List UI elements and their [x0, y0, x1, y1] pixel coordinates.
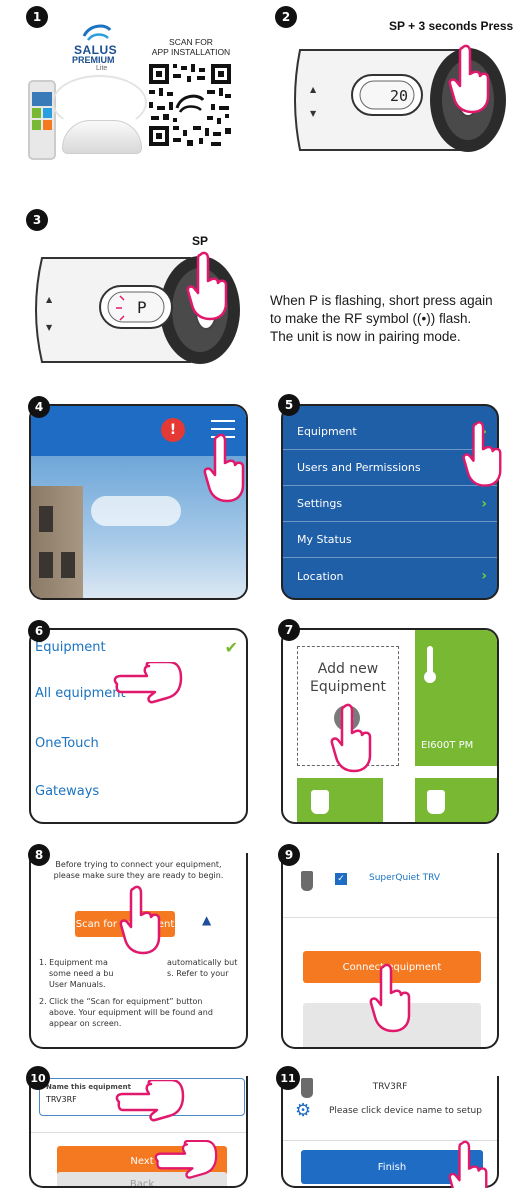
- menu-item-settings-label: Settings: [297, 497, 343, 510]
- thermometer-icon: [424, 646, 436, 683]
- salus-app-promo: SALUS PREMIUM Lite: [22, 20, 147, 170]
- scan-text-line1: SCAN FOR: [169, 37, 213, 47]
- menu-item-location[interactable]: Location ›: [283, 558, 497, 594]
- tile-device-name: EI600T PM: [421, 740, 474, 751]
- add-new-label-1: Add new: [317, 661, 379, 677]
- scan-item1-d: s. Refer to your: [167, 969, 229, 978]
- caret-up-icon[interactable]: ▲: [202, 913, 211, 927]
- device-checkbox[interactable]: ✓: [335, 873, 347, 885]
- menu-item-my-status-label: My Status: [297, 533, 352, 546]
- add-new-label-2: Equipment: [310, 679, 386, 695]
- chevron-right-icon: ›: [481, 495, 487, 512]
- step-number-11: 11: [276, 1066, 300, 1090]
- pointing-hand-icon: [448, 1140, 488, 1188]
- device-tile-3[interactable]: [415, 778, 497, 822]
- pointing-hand-icon: [119, 885, 161, 955]
- building-image: [31, 486, 83, 598]
- step3-text-line3: The unit is now in pairing mode.: [270, 329, 461, 344]
- pointing-hand-icon: [462, 421, 502, 487]
- add-equipment-screen: Add new Equipment + EI600T PM: [281, 628, 499, 824]
- equipment-submenu-screen: Equipment ✔ All equipment OneTouch Gatew…: [29, 628, 248, 824]
- pointing-left-hand-icon: [154, 1140, 218, 1179]
- menu-item-users-label: Users and Permissions: [297, 461, 421, 474]
- pointing-hand-icon: [448, 44, 490, 114]
- lcd-display-step2: 20: [390, 87, 409, 105]
- menu-item-my-status[interactable]: My Status: [283, 522, 497, 558]
- svg-text:▼: ▼: [46, 323, 53, 332]
- svg-text:▲: ▲: [46, 295, 53, 304]
- salus-logo-icon: [82, 24, 112, 41]
- scan-item2-a: 2. Click the “Scan for equipment” button: [39, 997, 203, 1006]
- submenu-equipment[interactable]: Equipment: [35, 640, 106, 655]
- scan-item1-b: automatically but: [167, 958, 238, 967]
- scan-item1-e: User Manuals.: [49, 980, 106, 989]
- name-field-value: TRV3RF: [46, 1095, 77, 1104]
- svg-text:▼: ▼: [310, 109, 317, 118]
- submenu-onetouch[interactable]: OneTouch: [35, 736, 99, 751]
- step3-instructions: When P is flashing, short press again to…: [270, 292, 526, 346]
- step-number-3: 3: [26, 209, 48, 231]
- scan-intro-line1: Before trying to connect your equipment,: [55, 860, 222, 869]
- scan-item1-c: some need a bu: [49, 969, 114, 978]
- chevron-right-icon: ›: [481, 568, 487, 584]
- setup-device-name: TRV3RF: [372, 1082, 408, 1092]
- brand-sub: PREMIUM: [72, 55, 115, 65]
- scan-text-line2: APP INSTALLATION: [151, 47, 231, 57]
- menu-item-settings[interactable]: Settings ›: [283, 486, 497, 522]
- step-number-10: 10: [26, 1066, 50, 1090]
- menu-item-equipment-label: Equipment: [297, 425, 357, 438]
- device-name-label: SuperQuiet TRV: [369, 873, 440, 883]
- step-number-9: 9: [278, 844, 300, 866]
- brand-lite: Lite: [96, 65, 108, 72]
- step-number-1: 1: [26, 6, 48, 28]
- step3-label: SP: [192, 234, 209, 248]
- scan-item2-b: above. Your equipment will be found and: [49, 1008, 213, 1017]
- pointing-hand-icon: [330, 703, 372, 773]
- device-tile-2[interactable]: [297, 778, 383, 822]
- phone-image: [28, 80, 56, 160]
- scan-instructions: 1. Equipment ma automatically but some ne…: [39, 957, 246, 1029]
- alert-badge[interactable]: !: [161, 418, 185, 442]
- gear-icon[interactable]: ⚙: [295, 1102, 311, 1120]
- cylinder-icon: [427, 790, 445, 814]
- pointing-hand-icon: [186, 251, 228, 321]
- scan-intro: Before trying to connect your equipment,…: [31, 859, 246, 881]
- step-number-2: 2: [275, 6, 297, 28]
- scan-text: SCAN FOR APP INSTALLATION: [146, 37, 236, 57]
- menu-item-location-label: Location: [297, 569, 344, 583]
- thermostat-tile[interactable]: EI600T PM: [415, 630, 497, 766]
- step-number-5: 5: [278, 394, 300, 416]
- step-number-7: 7: [278, 619, 300, 641]
- pointing-left-hand-icon: [113, 662, 183, 704]
- step-number-6: 6: [28, 620, 50, 642]
- lcd-display-step3: P: [137, 298, 147, 317]
- scan-item1-a: 1. Equipment ma: [39, 958, 108, 967]
- qr-code-icon[interactable]: [147, 62, 233, 148]
- svg-text:▲: ▲: [310, 85, 317, 94]
- step2-label: SP + 3 seconds Press: [389, 19, 514, 33]
- step3-text-line2: to make the RF symbol ((•)) flash.: [270, 311, 472, 326]
- setup-message: Please click device name to setup: [329, 1106, 482, 1116]
- pointing-left-hand-icon: [115, 1080, 185, 1122]
- submenu-gateways[interactable]: Gateways: [35, 784, 99, 799]
- pointing-hand-icon: [369, 963, 411, 1033]
- checkmark-icon: ✔: [224, 638, 238, 657]
- step-number-8: 8: [28, 844, 50, 866]
- scan-item2-c: appear on screen.: [49, 1019, 122, 1028]
- step-number-4: 4: [28, 396, 50, 418]
- cylinder-icon: [301, 871, 313, 891]
- pointing-hand-icon: [203, 433, 245, 503]
- cylinder-icon: [311, 790, 329, 814]
- scan-intro-line2: please make sure they are ready to begin…: [53, 871, 224, 880]
- step3-text-line1: When P is flashing, short press again: [270, 293, 493, 308]
